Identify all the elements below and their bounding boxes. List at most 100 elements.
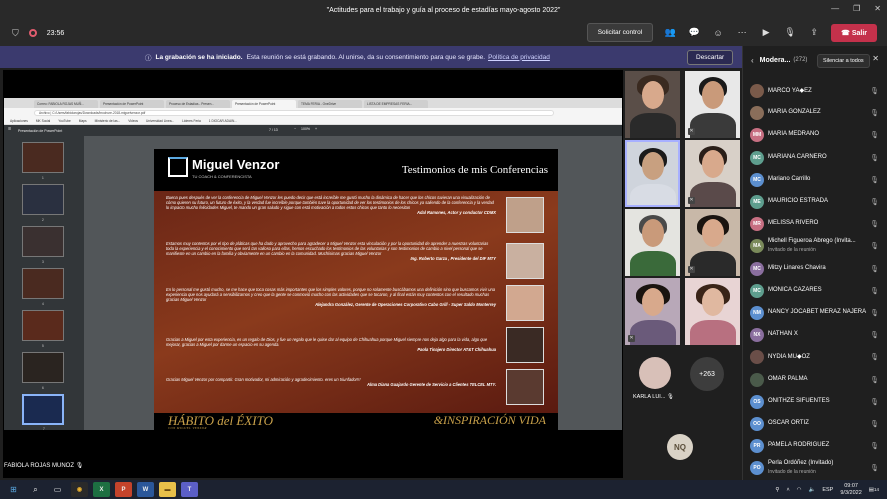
participant-row[interactable]: OS ONITHZE SIFUENTES 🎙 [743, 391, 887, 413]
more-participants-button[interactable]: +263 [690, 357, 724, 391]
video-tile[interactable]: ✕ [685, 71, 740, 138]
leave-button[interactable]: ☎ Salir [831, 23, 877, 42]
more-options-icon[interactable]: ⋯ [735, 26, 749, 40]
share-icon[interactable]: ⇪ [807, 26, 821, 40]
bookmark[interactable]: YouTube [58, 119, 71, 123]
browser-tab[interactable]: Proceso de Estadías - Presen... [166, 100, 230, 108]
participants-icon[interactable]: 👥 [663, 26, 677, 40]
browser-tab[interactable]: Presentación de PowerPoint [100, 100, 164, 108]
participant-row[interactable]: MARIA GONZALEZ 🎙 [743, 102, 887, 124]
person-icon[interactable]: ⚲ [775, 487, 779, 493]
participant-name: MAURICIO ESTRADA [768, 198, 829, 204]
browser-tab[interactable]: Correo: FABIOLA ROJAS MUÑ... [34, 100, 98, 108]
video-tile-speaking[interactable] [625, 140, 680, 207]
bookmark[interactable]: Lideres Feria [182, 119, 201, 123]
participant-row[interactable]: NM NANCY JOCABET MERAZ NAJERA 🎙 [743, 302, 887, 324]
participant-row[interactable]: MARCO YA◆EZ 🎙 [743, 80, 887, 102]
participant-name: Mitzy Linares Chavira [768, 264, 826, 271]
clock[interactable]: 09:07 9/3/2022 [840, 483, 861, 496]
file-explorer-icon[interactable]: ▬ [159, 482, 176, 497]
participant-row[interactable]: MC Mariano Carrillo 🎙 [743, 169, 887, 191]
participant-row[interactable]: MR MELISSA RIVERO 🎙 [743, 213, 887, 235]
request-control-button[interactable]: Solicitar control [586, 23, 654, 42]
participant-row[interactable]: PO Perla Ordóñez (Invitado) Invitado de la… [743, 457, 887, 479]
slide-header: Miguel Venzor TU COACH & CONFERENCISTA T… [154, 149, 558, 189]
bookmark[interactable]: 1 DIOCAR ADAIN... [209, 119, 237, 123]
participant-row[interactable]: NX NATHAN X 🎙 [743, 324, 887, 346]
search-icon[interactable]: ⌕ [27, 482, 44, 497]
page-thumbnail[interactable]: 4 [22, 268, 64, 306]
participant-row[interactable]: PR PAMELA RODRIGUEZ 🎙 [743, 435, 887, 457]
restore-icon[interactable]: ❐ [853, 4, 860, 13]
excel-icon[interactable]: X [93, 482, 110, 497]
zoom-in-icon[interactable]: + [315, 127, 317, 131]
notifications-icon[interactable]: ▤14 [869, 487, 879, 493]
browser-tab[interactable]: LISTA DE EMPRESAS FERIA... [364, 100, 428, 108]
wifi-icon[interactable]: ◠ [797, 487, 802, 493]
participant-row[interactable]: MC MARIANA CARNERO 🎙 [743, 147, 887, 169]
close-panel-icon[interactable]: ✕ [872, 54, 879, 63]
browser-tab[interactable]: TEMA FERIA - OneDrive [298, 100, 362, 108]
participant-row[interactable]: OMAR PALMA 🎙 [743, 369, 887, 391]
testimonial-author: Ing. Roberto Garza , Presidente del DIF … [410, 256, 496, 261]
panel-title: Modera... [759, 56, 791, 64]
reactions-icon[interactable]: ☺ [711, 26, 725, 40]
bookmark[interactable]: Universidad Linea... [146, 119, 174, 123]
participant-avatar-karla[interactable] [639, 357, 671, 389]
video-tile[interactable]: ✕ [685, 209, 740, 276]
page-thumbnail[interactable]: 2 [22, 184, 64, 222]
bookmark[interactable]: Aplicaciones [10, 119, 28, 123]
video-tile[interactable] [625, 209, 680, 276]
video-tile[interactable]: ✕ [625, 278, 680, 345]
language-indicator[interactable]: ESP [822, 487, 833, 493]
back-chevron-icon[interactable]: ‹ [751, 56, 754, 65]
chevron-up-icon[interactable]: ˄ [786, 487, 789, 493]
page-thumbnail[interactable]: 6 [22, 352, 64, 390]
pdf-menu-icon[interactable]: ☰ [8, 127, 11, 131]
task-view-icon[interactable]: ▭ [49, 482, 66, 497]
participant-row[interactable]: MM MARIA MEDRANO 🎙 [743, 124, 887, 146]
windows-start-icon[interactable]: ⊞ [5, 482, 22, 497]
participant-row[interactable]: MC Mitzy Linares Chavira 🎙 [743, 258, 887, 280]
bookmark[interactable]: Maps [79, 119, 87, 123]
zoom-out-icon[interactable]: − [294, 127, 296, 131]
dismiss-button[interactable]: Descartar [687, 50, 734, 65]
page-thumbnail[interactable]: 5 [22, 310, 64, 348]
privacy-link[interactable]: Política de privacidad [488, 54, 550, 61]
pdf-page-indicator[interactable]: 7 / 13 [269, 128, 278, 132]
powerpoint-icon[interactable]: P [115, 482, 132, 497]
participant-row[interactable]: MC MONICA CAZARES 🎙 [743, 280, 887, 302]
bookmark[interactable]: Ministerio de las... [95, 119, 121, 123]
phone-icon: ☎ [841, 29, 852, 37]
minimize-icon[interactable]: — [831, 4, 839, 13]
page-thumbnail[interactable]: 1 [22, 142, 64, 180]
participant-avatar-nq[interactable]: NQ [667, 434, 693, 460]
participant-role: Invitado de la reunión [768, 247, 816, 254]
chat-icon[interactable]: 💬 [687, 26, 701, 40]
mic-off-icon: ✕ [628, 335, 635, 342]
teams-icon[interactable]: T [181, 482, 198, 497]
page-thumbnail[interactable]: 3 [22, 226, 64, 264]
word-icon[interactable]: W [137, 482, 154, 497]
mute-all-button[interactable]: Silenciar a todos [817, 54, 870, 68]
address-input[interactable]: Archivo | C:/Users/fabiolarojas/Download… [34, 109, 554, 116]
participant-row[interactable]: MA Michell Figueroa Abrego (Invita... Invi… [743, 235, 887, 257]
testimonial-author: Paola Tinajero Director AT&T Chihuahua [417, 347, 496, 352]
address-bar: Archivo | C:/Users/fabiolarojas/Download… [4, 108, 622, 117]
chrome-icon[interactable]: ◉ [71, 482, 88, 497]
bookmark[interactable]: MK Social [36, 119, 50, 123]
participant-row[interactable]: OO OSCAR ORTIZ 🎙 [743, 413, 887, 435]
bookmark[interactable]: Videos [128, 119, 138, 123]
participant-row[interactable]: ME MAURICIO ESTRADA 🎙 [743, 191, 887, 213]
video-tile[interactable] [685, 278, 740, 345]
video-tile[interactable]: ✕ [685, 140, 740, 207]
volume-icon[interactable]: 🔈 [808, 487, 815, 493]
video-tile[interactable] [625, 71, 680, 138]
page-thumbnail-selected[interactable]: 7 [22, 394, 64, 431]
participant-row[interactable]: NYDIA MU◆OZ 🎙 [743, 346, 887, 368]
participant-avatar: MC [750, 283, 764, 298]
mic-off-icon[interactable]: 🎙 [783, 26, 797, 40]
close-icon[interactable]: ✕ [874, 4, 881, 13]
browser-tab-active[interactable]: Presentación de PowerPoint [232, 100, 296, 108]
camera-off-icon[interactable]: ▶ [759, 26, 773, 40]
